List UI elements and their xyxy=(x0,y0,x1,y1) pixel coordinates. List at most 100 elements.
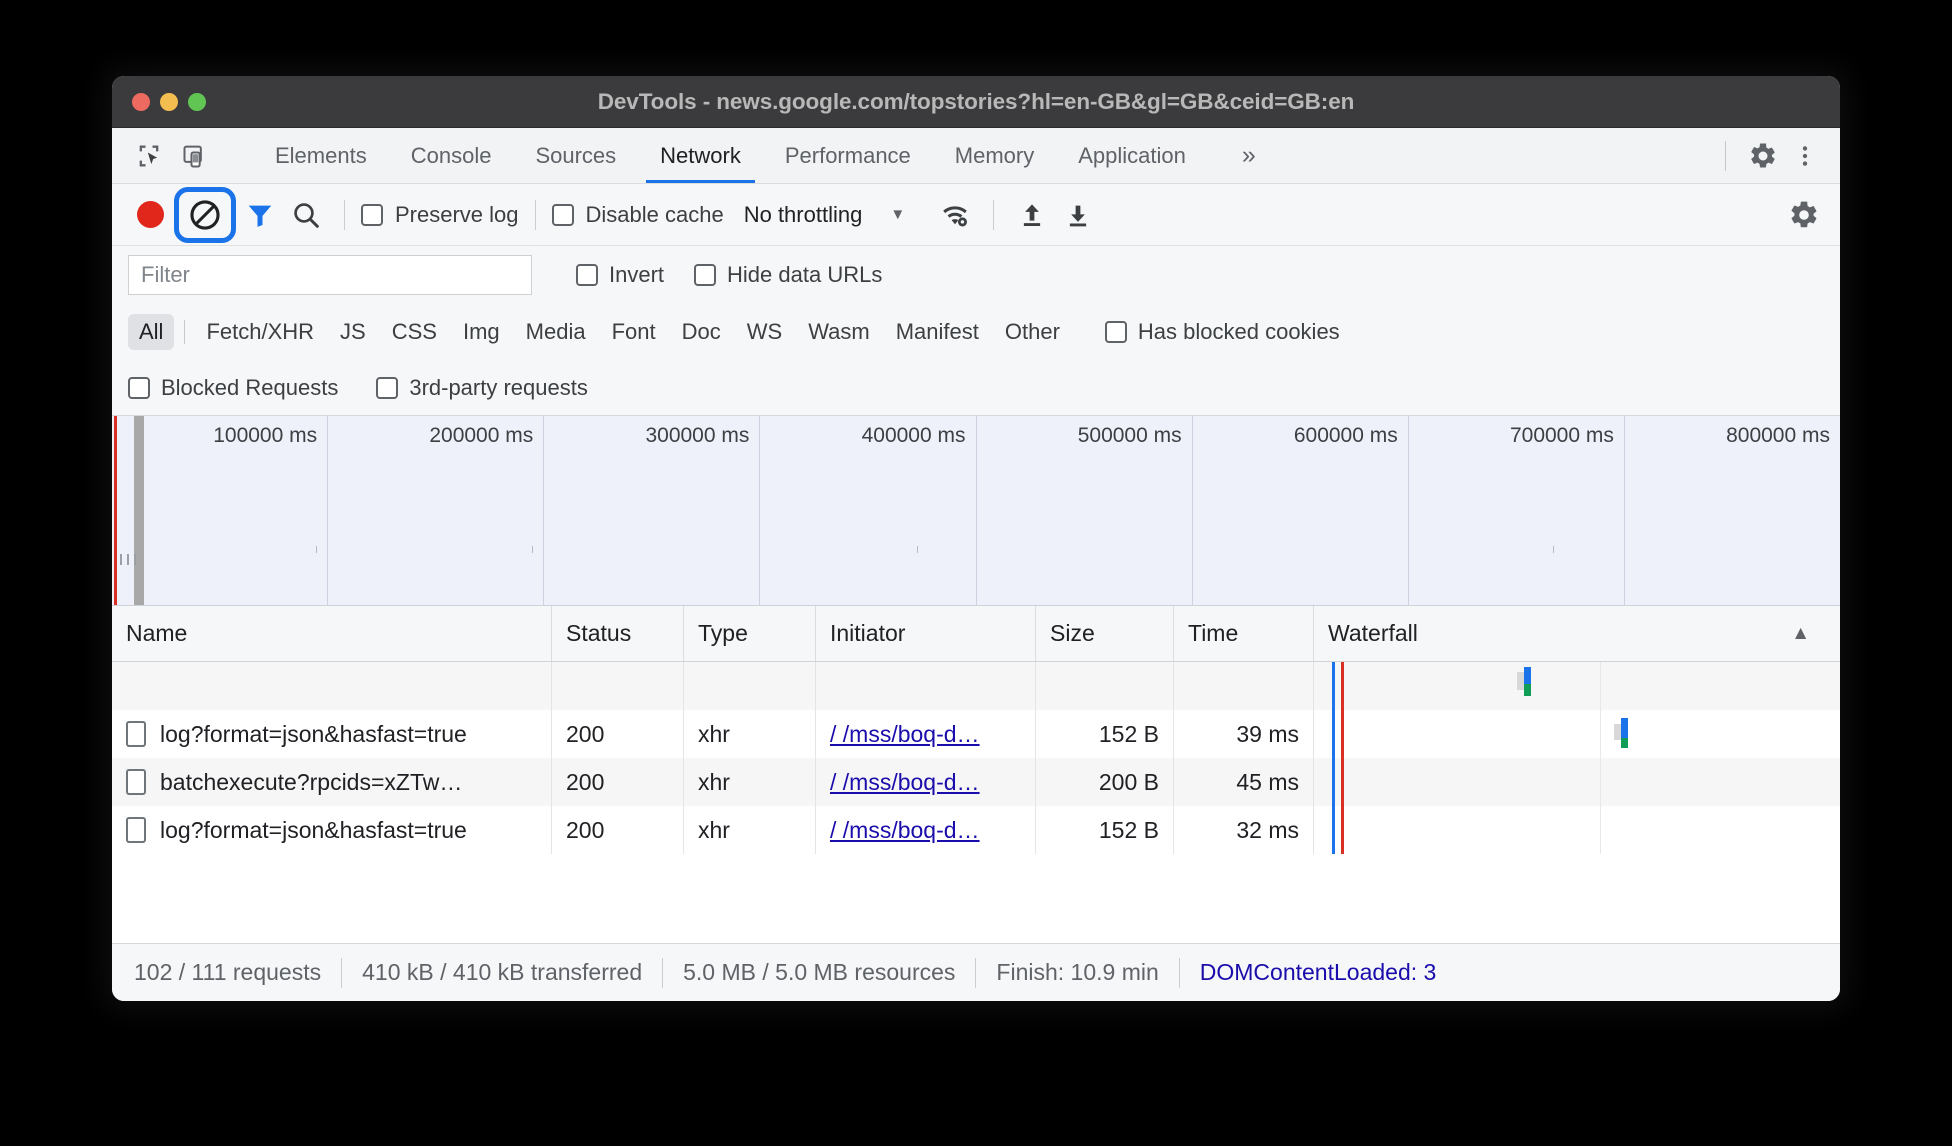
close-window-button[interactable] xyxy=(132,92,150,111)
tab-application[interactable]: Application xyxy=(1056,128,1208,183)
type-filter-media[interactable]: Media xyxy=(515,314,597,350)
checkbox-box xyxy=(128,376,150,399)
cell-initiator: / /mss/boq-d… xyxy=(816,758,1036,806)
status-finish: Finish: 10.9 min xyxy=(996,959,1159,985)
minimize-window-button[interactable] xyxy=(160,92,178,111)
cell-waterfall xyxy=(1314,662,1840,710)
cell-type: xhr xyxy=(684,758,816,806)
status-resources: 5.0 MB / 5.0 MB resources xyxy=(683,959,956,985)
third-party-requests-label: 3rd-party requests xyxy=(409,374,588,400)
filter-button[interactable] xyxy=(238,193,282,237)
filter-input[interactable] xyxy=(128,255,532,295)
tabstrip-right-divider xyxy=(1725,140,1726,171)
disable-cache-checkbox[interactable]: Disable cache xyxy=(551,202,724,228)
type-filter-doc[interactable]: Doc xyxy=(671,314,732,350)
cell-type: xhr xyxy=(684,710,816,758)
overview-blip xyxy=(120,554,122,565)
column-header-waterfall[interactable]: Waterfall ▲ xyxy=(1314,606,1840,661)
type-filter-font[interactable]: Font xyxy=(601,314,667,350)
type-filter-js[interactable]: JS xyxy=(329,314,377,350)
device-toolbar-icon[interactable] xyxy=(176,137,214,175)
column-header-name[interactable]: Name xyxy=(112,606,552,661)
record-button[interactable] xyxy=(128,193,172,237)
type-filter-css[interactable]: CSS xyxy=(381,314,448,350)
column-header-status[interactable]: Status xyxy=(552,606,684,661)
column-header-initiator[interactable]: Initiator xyxy=(816,606,1036,661)
maximize-window-button[interactable] xyxy=(188,92,206,111)
tab-elements[interactable]: Elements xyxy=(253,128,389,183)
upload-arrow-icon xyxy=(1024,203,1041,226)
network-conditions-button[interactable] xyxy=(933,193,977,237)
cell-initiator: / /mss/boq-d… xyxy=(816,710,1036,758)
initiator-link[interactable]: / /mss/boq-d… xyxy=(830,817,980,844)
invert-checkbox[interactable]: Invert xyxy=(576,262,664,288)
tab-memory[interactable]: Memory xyxy=(933,128,1056,183)
clear-button[interactable] xyxy=(174,186,236,243)
row-checkbox[interactable] xyxy=(126,769,146,795)
filter-bar: Invert Hide data URLs xyxy=(112,246,1840,304)
devtools-window: DevTools - news.google.com/topstories?hl… xyxy=(112,76,1840,1001)
row-checkbox[interactable] xyxy=(126,817,146,843)
throttling-select[interactable]: No throttling xyxy=(744,202,863,228)
has-blocked-cookies-checkbox[interactable]: Has blocked cookies xyxy=(1104,319,1340,345)
preserve-log-checkbox[interactable]: Preserve log xyxy=(361,202,519,228)
type-filter-all[interactable]: All xyxy=(128,314,175,350)
inspect-icon[interactable] xyxy=(130,137,168,175)
initiator-link[interactable]: / /mss/boq-d… xyxy=(830,721,980,748)
column-header-size[interactable]: Size xyxy=(1036,606,1174,661)
type-filter-manifest[interactable]: Manifest xyxy=(885,314,990,350)
cell-time: 45 ms xyxy=(1174,758,1314,806)
waterfall-load-line xyxy=(1341,758,1344,806)
cell-type xyxy=(684,662,816,710)
type-filter-other[interactable]: Other xyxy=(994,314,1071,350)
waterfall-domcontentloaded-line xyxy=(1332,758,1335,806)
chevron-down-icon[interactable]: ▼ xyxy=(890,206,905,223)
network-settings-button[interactable] xyxy=(1782,193,1826,237)
table-row[interactable]: batchexecute?rpcids=xZTw… 200 xhr / /mss… xyxy=(112,758,1840,806)
table-row[interactable] xyxy=(112,662,1840,710)
tab-console[interactable]: Console xyxy=(389,128,514,183)
type-filter-ws[interactable]: WS xyxy=(736,314,793,350)
checkbox-box xyxy=(376,376,399,399)
initiator-link[interactable]: / /mss/boq-d… xyxy=(830,769,980,796)
tab-performance[interactable]: Performance xyxy=(763,128,933,183)
status-domcontentloaded: DOMContentLoaded: 3 xyxy=(1199,959,1437,985)
type-filter-img[interactable]: Img xyxy=(452,314,511,350)
checkbox-box xyxy=(1104,321,1127,343)
sort-ascending-icon[interactable]: ▲ xyxy=(1791,623,1810,645)
export-har-button[interactable] xyxy=(1056,193,1100,237)
settings-gear-icon[interactable] xyxy=(1744,137,1782,175)
blocked-requests-checkbox[interactable]: Blocked Requests xyxy=(128,375,338,401)
import-har-button[interactable] xyxy=(1010,193,1054,237)
third-party-requests-checkbox[interactable]: 3rd-party requests xyxy=(376,375,588,401)
search-button[interactable] xyxy=(284,193,328,237)
tab-sources[interactable]: Sources xyxy=(513,128,638,183)
hide-data-urls-checkbox[interactable]: Hide data URLs xyxy=(694,262,882,288)
gear-icon xyxy=(1791,201,1817,227)
table-row[interactable]: log?format=json&hasfast=true 200 xhr / /… xyxy=(112,806,1840,854)
hide-data-urls-label: Hide data URLs xyxy=(727,262,883,287)
row-checkbox[interactable] xyxy=(126,721,146,747)
cell-size xyxy=(1036,662,1174,710)
type-filter-fetch-xhr[interactable]: Fetch/XHR xyxy=(195,314,325,350)
tabstrip-right-tools xyxy=(1711,128,1840,183)
more-tabs-label: » xyxy=(1241,141,1256,169)
clear-icon xyxy=(190,199,220,230)
table-row[interactable]: log?format=json&hasfast=true 200 xhr / /… xyxy=(112,710,1840,758)
waterfall-gridline xyxy=(1600,662,1601,710)
overview-cell: 400000 ms xyxy=(760,416,977,605)
toolbar-divider-2 xyxy=(534,199,536,230)
column-header-waterfall-label: Waterfall xyxy=(1328,620,1418,646)
waterfall-gridline xyxy=(1600,806,1601,854)
more-tabs-button[interactable]: » xyxy=(1208,128,1290,183)
more-vertical-icon[interactable] xyxy=(1786,137,1824,175)
column-header-type[interactable]: Type xyxy=(684,606,816,661)
tab-label: Application xyxy=(1078,142,1186,168)
tab-network[interactable]: Network xyxy=(638,128,763,183)
toolbar-divider-1 xyxy=(344,199,345,230)
type-filter-wasm[interactable]: Wasm xyxy=(797,314,881,350)
overview-tick-label: 800000 ms xyxy=(1726,424,1830,447)
network-overview-timeline[interactable]: 100000 ms 200000 ms 300000 ms 400000 ms … xyxy=(112,416,1840,606)
cell-waterfall xyxy=(1314,710,1840,758)
column-header-time[interactable]: Time xyxy=(1174,606,1314,661)
